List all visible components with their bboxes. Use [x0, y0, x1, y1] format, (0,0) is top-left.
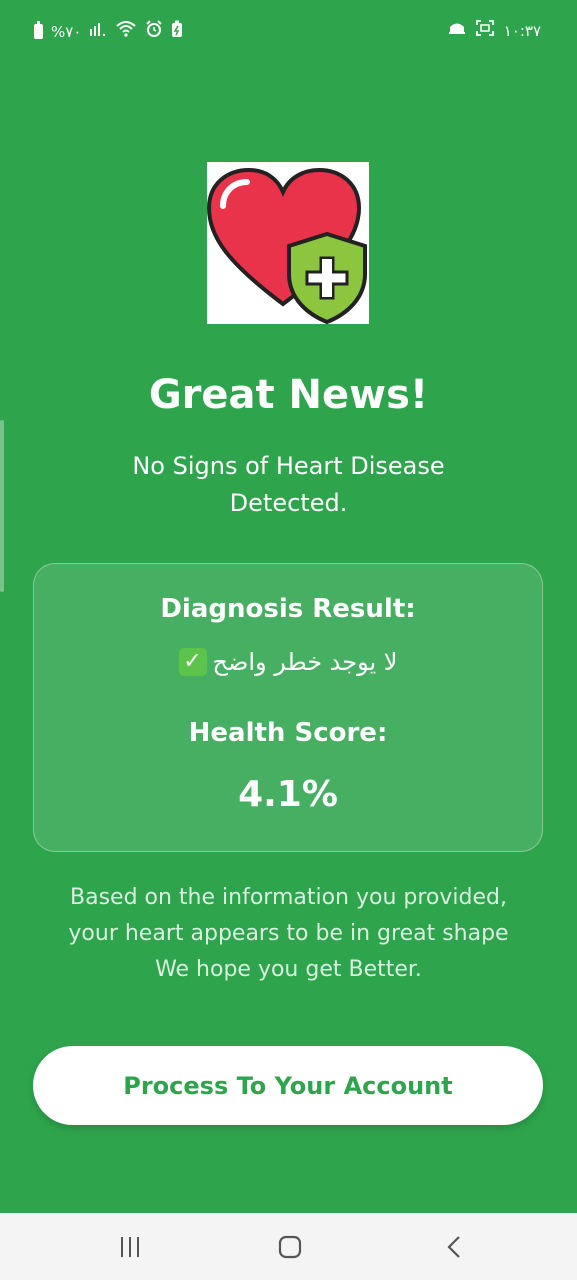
battery-icon	[34, 21, 43, 39]
diagnosis-value: لا يوجد خطر واضح	[212, 648, 398, 676]
diagnosis-card: Diagnosis Result: ✓ لا يوجد خطر واضح Hea…	[33, 563, 543, 852]
status-left: %٧٠	[34, 20, 183, 43]
recent-apps-icon[interactable]	[110, 1233, 150, 1261]
info-line-1: Based on the information you provided,	[70, 885, 507, 910]
process-to-account-button[interactable]: Process To Your Account	[33, 1046, 543, 1125]
health-score-value: 4.1%	[238, 774, 338, 815]
battery-percentage: %٧٠	[51, 22, 82, 41]
wifi-icon	[115, 20, 137, 43]
notification-icon	[448, 20, 466, 41]
info-line-2: your heart appears to be in great shape	[68, 921, 509, 946]
status-right: ١٠:٣٧	[448, 20, 541, 41]
heart-shield-icon	[206, 162, 369, 325]
status-bar: %٧٠ ١٠:٣٧	[0, 0, 577, 64]
health-score-label: Health Score:	[188, 718, 388, 748]
clock-time: ١٠:٣٧	[503, 21, 541, 40]
check-mark-icon: ✓	[178, 648, 207, 676]
diagnosis-result-line: ✓ لا يوجد خطر واضح	[34, 648, 542, 676]
system-nav-bar	[0, 1213, 577, 1280]
info-line-3: We hope you get Better.	[155, 957, 422, 982]
edge-panel-handle[interactable]	[0, 420, 4, 592]
back-icon[interactable]	[434, 1233, 474, 1261]
screenshot-icon	[475, 20, 494, 41]
home-icon[interactable]	[270, 1233, 310, 1261]
alarm-icon	[145, 20, 163, 43]
battery-saver-icon	[171, 20, 183, 43]
page-title: Great News!	[148, 372, 429, 418]
diagnosis-label: Diagnosis Result:	[160, 594, 416, 624]
page-subtitle: No Signs of Heart Disease Detected.	[132, 452, 445, 517]
signal-icon	[89, 21, 107, 42]
info-message: Based on the information you provided, y…	[30, 880, 547, 988]
